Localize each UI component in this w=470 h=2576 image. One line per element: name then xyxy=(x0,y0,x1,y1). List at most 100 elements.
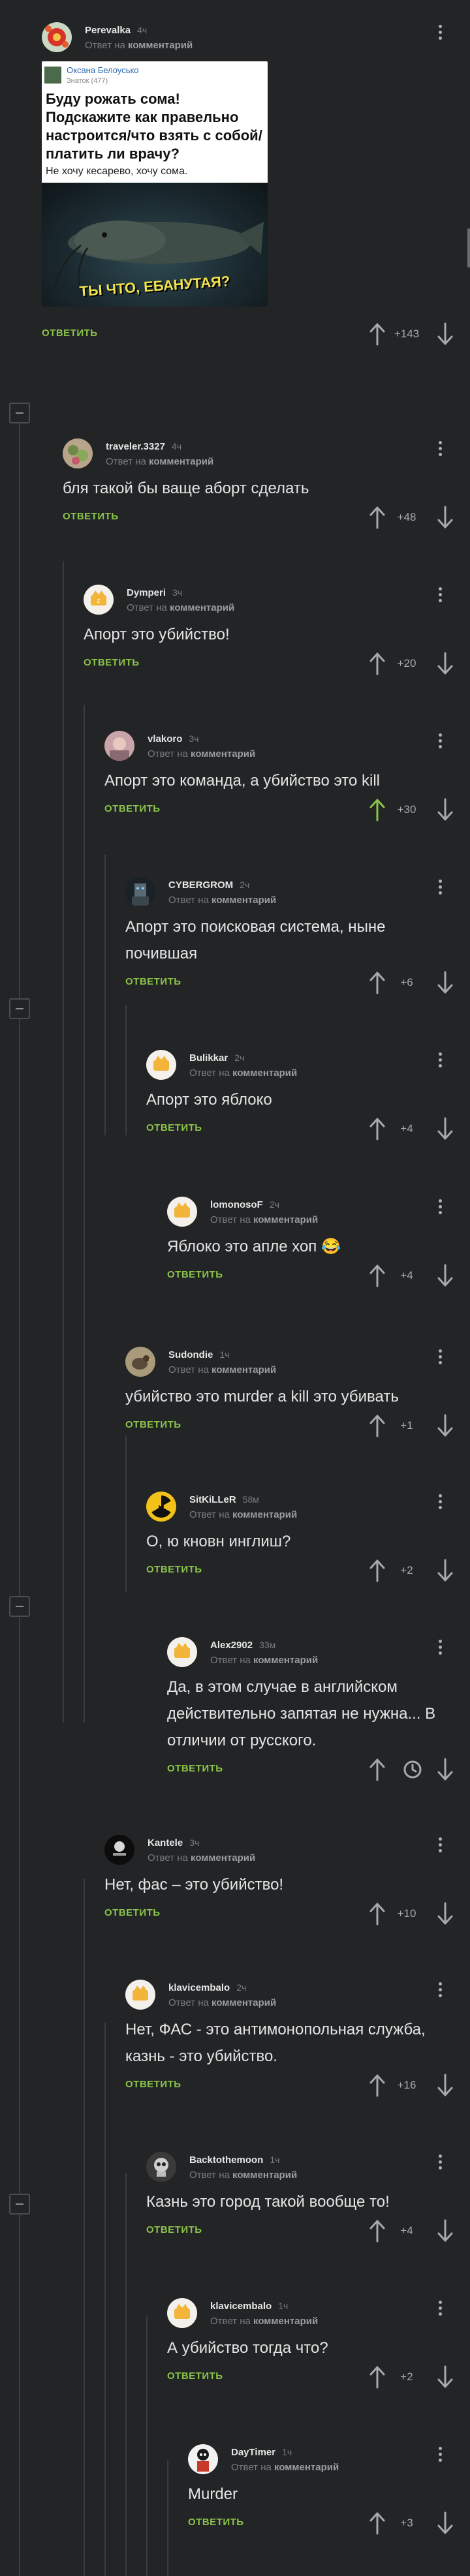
username[interactable]: lomonosoF 2ч xyxy=(210,1199,279,1210)
plant-icon[interactable] xyxy=(63,438,93,468)
reply-button[interactable]: ОТВЕТИТЬ xyxy=(167,1763,223,1774)
reply-target-link[interactable]: комментарий xyxy=(191,748,255,759)
more-options-icon[interactable] xyxy=(433,1347,446,1369)
reply-button[interactable]: ОТВЕТИТЬ xyxy=(125,976,181,987)
reply-target-link[interactable]: комментарий xyxy=(212,1364,276,1375)
default-avatar-icon[interactable] xyxy=(167,2298,197,2328)
username[interactable]: traveler.3327 4ч xyxy=(106,441,181,452)
photo-avatar-icon[interactable] xyxy=(104,731,134,761)
more-options-icon[interactable] xyxy=(433,877,446,899)
username[interactable]: Kantele 3ч xyxy=(148,1837,199,1848)
bird-avatar-icon[interactable] xyxy=(125,1347,155,1377)
reply-target-link[interactable]: комментарий xyxy=(232,1067,297,1079)
downvote-icon[interactable] xyxy=(436,506,454,529)
downvote-icon[interactable] xyxy=(436,1264,454,1287)
reply-button[interactable]: ОТВЕТИТЬ xyxy=(42,328,98,339)
embedded-post-image[interactable]: Оксана Белоусько Знаток (477) Буду рожат… xyxy=(42,61,268,307)
upvote-icon[interactable] xyxy=(368,1264,386,1287)
upvote-icon[interactable] xyxy=(368,2365,386,2389)
downvote-icon[interactable] xyxy=(436,798,454,821)
reply-target-link[interactable]: комментарий xyxy=(274,2462,339,2473)
reply-button[interactable]: ОТВЕТИТЬ xyxy=(63,511,119,522)
upvote-icon[interactable] xyxy=(368,1414,386,1437)
reply-target-link[interactable]: комментарий xyxy=(253,1214,318,1225)
downvote-icon[interactable] xyxy=(436,2074,454,2097)
reply-button[interactable]: ОТВЕТИТЬ xyxy=(188,2517,244,2528)
upvote-icon[interactable] xyxy=(368,2219,386,2243)
username[interactable]: DayTimer 1ч xyxy=(231,2447,292,2458)
default-avatar-icon[interactable] xyxy=(167,1637,197,1667)
default-avatar-icon[interactable]: Z xyxy=(84,585,114,615)
reply-target-link[interactable]: комментарий xyxy=(212,895,276,906)
more-options-icon[interactable] xyxy=(433,1492,446,1514)
downvote-icon[interactable] xyxy=(436,652,454,675)
upvote-icon[interactable] xyxy=(368,2511,386,2535)
reply-button[interactable]: ОТВЕТИТЬ xyxy=(84,657,140,668)
username[interactable]: Perevalka 4ч xyxy=(85,25,147,36)
collapse-thread-button[interactable] xyxy=(9,403,30,423)
downvote-icon[interactable] xyxy=(436,1117,454,1141)
character-avatar-icon[interactable] xyxy=(188,2444,218,2474)
more-options-icon[interactable] xyxy=(433,438,446,461)
upvote-icon[interactable] xyxy=(368,322,386,346)
reply-button[interactable]: ОТВЕТИТЬ xyxy=(167,1269,223,1280)
username[interactable]: Alex2902 33м xyxy=(210,1640,275,1651)
username[interactable]: vlakoro 3ч xyxy=(148,733,198,744)
more-options-icon[interactable] xyxy=(433,1050,446,1072)
more-options-icon[interactable] xyxy=(433,585,446,607)
reply-button[interactable]: ОТВЕТИТЬ xyxy=(104,803,161,814)
skull-avatar-icon[interactable] xyxy=(146,2152,176,2182)
collapse-thread-button[interactable] xyxy=(9,1596,30,1617)
username[interactable]: Backtothemoon 1ч xyxy=(189,2154,279,2166)
more-options-icon[interactable] xyxy=(433,1835,446,1857)
reply-button[interactable]: ОТВЕТИТЬ xyxy=(146,1564,202,1575)
reply-target-link[interactable]: комментарий xyxy=(253,1655,318,1666)
more-options-icon[interactable] xyxy=(433,1197,446,1219)
default-avatar-icon[interactable] xyxy=(146,1050,176,1080)
reply-button[interactable]: ОТВЕТИТЬ xyxy=(125,1419,181,1430)
reply-target-link[interactable]: комментарий xyxy=(191,1852,255,1863)
downvote-icon[interactable] xyxy=(436,971,454,994)
more-options-icon[interactable] xyxy=(433,2152,446,2174)
upvote-icon[interactable] xyxy=(368,2074,386,2097)
downvote-icon[interactable] xyxy=(436,1414,454,1437)
downvote-icon[interactable] xyxy=(436,2365,454,2389)
downvote-icon[interactable] xyxy=(436,322,454,346)
more-options-icon[interactable] xyxy=(433,1637,446,1659)
reply-target-link[interactable]: комментарий xyxy=(232,2170,297,2181)
collapse-thread-button[interactable] xyxy=(9,2194,30,2215)
robot-avatar-icon[interactable] xyxy=(125,877,155,907)
username[interactable]: Sudondie 1ч xyxy=(168,1349,229,1360)
reply-target-link[interactable]: комментарий xyxy=(232,1509,297,1520)
upvote-icon[interactable] xyxy=(368,971,386,994)
upvote-icon[interactable] xyxy=(368,506,386,529)
reply-target-link[interactable]: комментарий xyxy=(149,456,213,467)
reply-target-link[interactable]: комментарий xyxy=(212,1997,276,2008)
reply-target-link[interactable]: комментарий xyxy=(253,2316,318,2327)
reply-target-link[interactable]: комментарий xyxy=(170,602,234,613)
upvote-icon[interactable] xyxy=(368,798,386,821)
username[interactable]: Dymperi 3ч xyxy=(127,587,182,598)
username[interactable]: CYBERGROM 2ч xyxy=(168,880,249,891)
more-options-icon[interactable] xyxy=(433,2444,446,2466)
upvote-icon[interactable] xyxy=(368,1902,386,1925)
downvote-icon[interactable] xyxy=(436,1559,454,1582)
more-options-icon[interactable] xyxy=(433,731,446,753)
radiation-icon[interactable] xyxy=(146,1492,176,1522)
reply-button[interactable]: ОТВЕТИТЬ xyxy=(146,1122,202,1133)
downvote-icon[interactable] xyxy=(436,2511,454,2535)
username[interactable]: Bulikkar 2ч xyxy=(189,1052,244,1064)
upvote-icon[interactable] xyxy=(368,1117,386,1141)
default-avatar-icon[interactable] xyxy=(167,1197,197,1227)
reply-button[interactable]: ОТВЕТИТЬ xyxy=(167,2370,223,2382)
username[interactable]: klavicembalo 1ч xyxy=(210,2301,288,2312)
more-options-icon[interactable] xyxy=(433,1980,446,2002)
dark-avatar-icon[interactable] xyxy=(104,1835,134,1865)
downvote-icon[interactable] xyxy=(436,1902,454,1925)
reply-button[interactable]: ОТВЕТИТЬ xyxy=(104,1907,161,1918)
reply-button[interactable]: ОТВЕТИТЬ xyxy=(146,2224,202,2235)
collapse-thread-button[interactable] xyxy=(9,998,30,1019)
downvote-icon[interactable] xyxy=(436,2219,454,2243)
username[interactable]: klavicembalo 2ч xyxy=(168,1982,246,1993)
reply-button[interactable]: ОТВЕТИТЬ xyxy=(125,2079,181,2090)
